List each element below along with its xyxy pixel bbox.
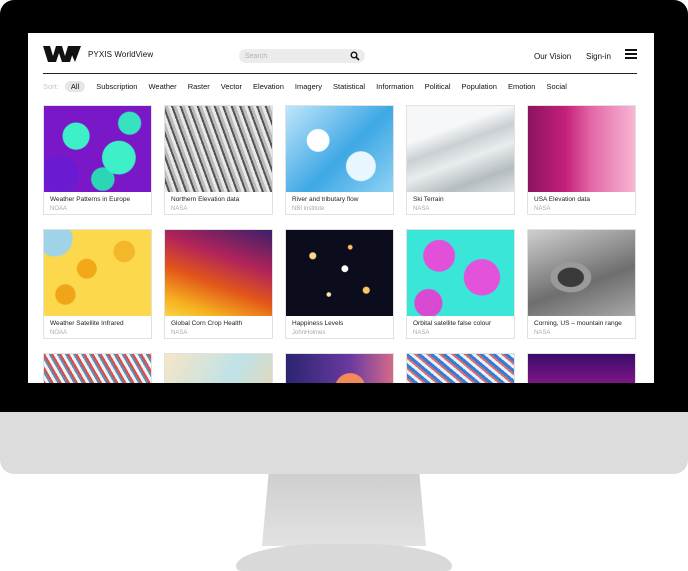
card-source: NASA <box>171 330 188 336</box>
card-thumbnail[interactable] <box>407 354 514 383</box>
monitor-chin <box>0 412 688 474</box>
dataset-card[interactable] <box>527 353 636 383</box>
dataset-card[interactable]: Weather Satellite Infrared NOAA <box>43 229 152 339</box>
filter-population[interactable]: Population <box>461 81 496 92</box>
card-thumbnail[interactable] <box>286 354 393 383</box>
pyxis-logo-icon[interactable] <box>43 46 81 62</box>
dataset-card[interactable] <box>285 353 394 383</box>
card-thumbnail[interactable] <box>44 230 151 316</box>
card-source: NASA <box>413 330 430 336</box>
dataset-card[interactable]: USA Elevation data NASA <box>527 105 636 215</box>
sort-label: Sort: <box>43 81 59 91</box>
card-thumbnail[interactable] <box>165 230 272 316</box>
card-source: NOAA <box>50 330 68 336</box>
monitor-stand-base <box>236 544 452 571</box>
screen: PYXIS WorldView Our Vision Sign-in Sort:… <box>28 33 654 383</box>
filter-all[interactable]: All <box>64 80 86 92</box>
card-title: Happiness Levels <box>292 320 344 327</box>
dataset-card[interactable] <box>406 353 515 383</box>
card-thumbnail[interactable] <box>407 106 514 192</box>
hamburger-menu-icon[interactable] <box>625 49 637 59</box>
card-source: JohnHolmes <box>292 330 326 336</box>
filter-subscription[interactable]: Subscription <box>96 81 137 92</box>
filter-vector[interactable]: Vector <box>221 81 242 92</box>
nav-sign-in[interactable]: Sign-in <box>586 52 611 61</box>
filter-political[interactable]: Political <box>425 81 451 92</box>
card-title: Orbital satellite false colour <box>413 320 492 327</box>
search-bar[interactable] <box>239 49 365 63</box>
dataset-card[interactable]: Northern Elevation data NASA <box>164 105 273 215</box>
card-title: Weather Satellite Infrared <box>50 320 124 327</box>
dataset-card[interactable] <box>43 353 152 383</box>
filter-bar: Sort: All Subscription Weather Raster Ve… <box>43 79 578 93</box>
search-input[interactable] <box>245 50 345 62</box>
dataset-card[interactable]: Orbital satellite false colour NASA <box>406 229 515 339</box>
card-thumbnail[interactable] <box>165 354 272 383</box>
card-source: NASA <box>534 206 551 212</box>
dataset-card[interactable]: River and tributary flow NBI institute <box>285 105 394 215</box>
card-thumbnail[interactable] <box>44 106 151 192</box>
card-thumbnail[interactable] <box>286 106 393 192</box>
filter-raster[interactable]: Raster <box>188 81 210 92</box>
brand-name: PYXIS WorldView <box>88 50 154 59</box>
dataset-card[interactable]: Ski Terrain NASA <box>406 105 515 215</box>
dataset-card[interactable]: Weather Patterns in Europe NOAA <box>43 105 152 215</box>
card-source: NASA <box>171 206 188 212</box>
card-thumbnail[interactable] <box>165 106 272 192</box>
dataset-card[interactable]: Happiness Levels JohnHolmes <box>285 229 394 339</box>
card-thumbnail[interactable] <box>528 106 635 192</box>
card-title: Northern Elevation data <box>171 196 240 203</box>
card-thumbnail[interactable] <box>407 230 514 316</box>
site-header: PYXIS WorldView Our Vision Sign-in <box>28 33 654 73</box>
card-thumbnail[interactable] <box>286 230 393 316</box>
filter-elevation[interactable]: Elevation <box>253 81 284 92</box>
card-thumbnail[interactable] <box>528 354 635 383</box>
nav-our-vision[interactable]: Our Vision <box>534 52 571 61</box>
card-title: Corning, US – mountain range <box>534 320 622 327</box>
filter-statistical[interactable]: Statistical <box>333 81 365 92</box>
card-thumbnail[interactable] <box>528 230 635 316</box>
card-title: USA Elevation data <box>534 196 591 203</box>
filter-weather[interactable]: Weather <box>148 81 176 92</box>
card-source: NASA <box>413 206 430 212</box>
card-title: River and tributary flow <box>292 196 359 203</box>
dataset-card[interactable]: Global Corn Crop Health NASA <box>164 229 273 339</box>
card-title: Weather Patterns in Europe <box>50 196 131 203</box>
filter-emotion[interactable]: Emotion <box>508 81 536 92</box>
card-thumbnail[interactable] <box>44 354 151 383</box>
filter-information[interactable]: Information <box>376 81 414 92</box>
card-title: Ski Terrain <box>413 196 444 203</box>
card-source: NASA <box>534 330 551 336</box>
card-source: NOAA <box>50 206 68 212</box>
card-title: Global Corn Crop Health <box>171 320 243 327</box>
search-icon[interactable] <box>350 51 360 61</box>
card-source: NBI institute <box>292 206 325 212</box>
monitor-stand-neck <box>262 474 426 546</box>
filter-social[interactable]: Social <box>546 81 566 92</box>
header-divider <box>43 73 637 74</box>
filter-imagery[interactable]: Imagery <box>295 81 322 92</box>
dataset-card[interactable] <box>164 353 273 383</box>
dataset-card[interactable]: Corning, US – mountain range NASA <box>527 229 636 339</box>
